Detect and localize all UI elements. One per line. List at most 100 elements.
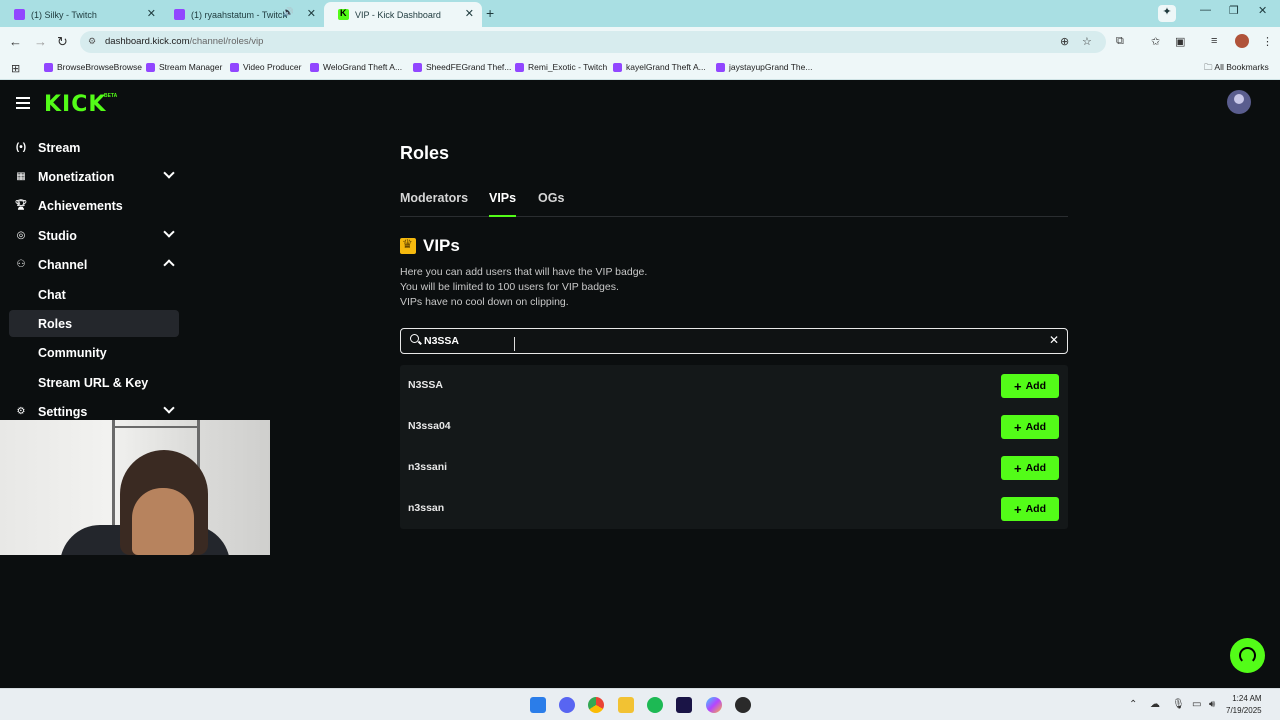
plus-icon: + <box>1013 501 1022 517</box>
chevron-down-icon[interactable] <box>163 226 175 238</box>
browser-tab-kick-vip[interactable]: VIP - Kick Dashboard ✕ <box>324 2 482 27</box>
windows-start-icon[interactable] <box>530 697 546 713</box>
tab-title: (1) ryaahstatum - Twitch <box>191 9 288 20</box>
chevron-down-icon[interactable] <box>163 167 175 179</box>
add-vip-button[interactable]: + Add <box>1001 456 1059 480</box>
sparkle-icon[interactable]: ✦ <box>1158 5 1176 22</box>
kick-logo[interactable]: KICK <box>44 92 106 117</box>
media-icon[interactable]: ≡ <box>1211 35 1217 47</box>
bookmark-item[interactable]: Remi_Exotic - Twitch <box>515 62 607 72</box>
browser-profile-avatar[interactable] <box>1235 34 1249 48</box>
bookmark-item[interactable]: kayelGrand Theft A... <box>613 62 706 72</box>
tab-groups-icon[interactable]: ▣ <box>1175 35 1185 48</box>
cloud-icon[interactable]: ☁ <box>1150 699 1160 710</box>
sidebar-item-monetization[interactable]: ▦ Monetization <box>10 163 179 190</box>
tab-title: VIP - Kick Dashboard <box>355 9 441 20</box>
description-line: VIPs have no cool down on clipping. <box>400 296 569 308</box>
browser-tab-silky[interactable]: (1) Silky - Twitch ✕ <box>0 2 164 27</box>
support-headset-icon[interactable] <box>1230 638 1265 673</box>
twitch-icon <box>515 62 524 72</box>
sidebar-item-studio[interactable]: ◎ Studio <box>10 222 179 249</box>
minimize-icon[interactable]: — <box>1200 4 1211 16</box>
speaker-icon[interactable]: 🔊 <box>283 7 294 18</box>
forward-icon[interactable]: → <box>34 34 47 49</box>
sidebar-item-channel[interactable]: ⚇ Channel <box>10 251 179 278</box>
bookmarks-bar: ⊞ BrowseBrowseBrowse Stream Manager Vide… <box>0 57 1280 80</box>
twitch-icon <box>146 62 155 72</box>
chevron-down-icon[interactable] <box>163 402 175 414</box>
new-tab-icon[interactable]: + <box>486 5 494 21</box>
reload-icon[interactable]: ↻ <box>57 34 68 50</box>
twitch-icon <box>230 62 239 72</box>
twitch-icon <box>14 9 25 20</box>
studio-icon: ◎ <box>16 230 26 241</box>
twitch-icon <box>44 62 53 72</box>
sidebar-subitem-stream-url-key[interactable]: Stream URL & Key <box>9 369 179 396</box>
zoom-icon[interactable]: ⊕ <box>1060 35 1069 48</box>
favorites-icon[interactable]: ✩ <box>1151 35 1160 48</box>
hamburger-menu-icon[interactable] <box>16 97 30 109</box>
tab-ogs[interactable]: OGs <box>538 191 564 215</box>
result-username: n3ssan <box>408 502 445 514</box>
chevron-up-icon[interactable] <box>163 259 175 271</box>
bookmark-item[interactable]: Stream Manager <box>146 62 222 72</box>
apps-grid-icon[interactable]: ⊞ <box>11 62 20 75</box>
add-vip-button[interactable]: + Add <box>1001 374 1059 398</box>
close-tab-icon[interactable]: ✕ <box>307 7 316 20</box>
bookmark-item[interactable]: Video Producer <box>230 62 301 72</box>
chrome-icon[interactable] <box>588 697 604 713</box>
bookmark-item[interactable]: SheedFEGrand Thef... <box>413 62 511 72</box>
obs-icon[interactable] <box>735 697 751 713</box>
microphone-icon[interactable]: 🎙︎ <box>1172 699 1185 710</box>
premiere-pro-icon[interactable] <box>676 697 692 713</box>
clear-search-icon[interactable]: ✕ <box>1049 333 1059 347</box>
tab-vips[interactable]: VIPs <box>489 191 517 217</box>
browser-menu-icon[interactable]: ⋮ <box>1262 35 1273 48</box>
add-vip-button[interactable]: + Add <box>1001 415 1059 439</box>
bookmark-star-icon[interactable]: ☆ <box>1082 35 1092 48</box>
file-explorer-icon[interactable] <box>618 697 634 713</box>
windows-taskbar: ⌃ ☁ 🎙︎ ▭ 🔊︎ 1:24 AM 7/19/2025 <box>0 688 1280 720</box>
bookmark-item[interactable]: WeloGrand Theft A... <box>310 62 402 72</box>
close-tab-icon[interactable]: ✕ <box>465 7 474 20</box>
site-info-icon[interactable]: ⚙ <box>88 36 98 46</box>
plus-icon: + <box>1013 460 1022 476</box>
close-window-icon[interactable]: ✕ <box>1258 4 1267 17</box>
sidebar-subitem-community[interactable]: Community <box>9 339 179 366</box>
volume-icon[interactable]: 🔊︎ <box>1209 699 1215 710</box>
search-icon <box>410 334 419 343</box>
address-bar[interactable]: ⚙ dashboard.kick.com/channel/roles/vip ⊕… <box>80 31 1106 53</box>
broadcast-icon: (•) <box>15 142 27 153</box>
tab-moderators[interactable]: Moderators <box>400 191 468 215</box>
copilot-icon[interactable] <box>706 697 722 713</box>
extensions-icon[interactable]: ⧉ <box>1116 35 1124 48</box>
tray-overflow-icon[interactable]: ⌃ <box>1129 699 1137 710</box>
display-icon[interactable]: ▭ <box>1192 699 1201 710</box>
spotify-icon[interactable] <box>647 697 663 713</box>
bookmark-item[interactable]: jaystayupGrand The... <box>716 62 812 72</box>
twitch-icon <box>413 62 422 72</box>
result-username: N3SSA <box>408 379 444 391</box>
plus-icon: + <box>1013 378 1022 394</box>
sidebar-item-achievements[interactable]: 🏆︎ Achievements <box>10 192 179 219</box>
browser-tab-ryaahstatum[interactable]: (1) ryaahstatum - Twitch 🔊 ✕ <box>160 2 324 27</box>
back-icon[interactable]: ← <box>9 34 22 49</box>
result-row: n3ssan + Add <box>400 488 1068 529</box>
clock-date: 7/19/2025 <box>1226 706 1262 715</box>
bookmark-item[interactable]: BrowseBrowseBrowse <box>44 62 142 72</box>
twitch-icon <box>310 62 319 72</box>
sidebar-subitem-roles[interactable]: Roles <box>9 310 179 337</box>
close-tab-icon[interactable]: ✕ <box>147 7 156 20</box>
trophy-icon: 🏆︎ <box>14 200 28 211</box>
all-bookmarks-button[interactable]: 🗀 All Bookmarks <box>1204 62 1269 76</box>
add-vip-button[interactable]: + Add <box>1001 497 1059 521</box>
gear-icon: ⚙ <box>16 406 26 417</box>
sidebar-item-label: Settings <box>38 404 88 419</box>
system-clock[interactable]: 1:24 AM 7/19/2025 <box>1226 693 1262 717</box>
user-avatar[interactable] <box>1227 90 1251 114</box>
discord-icon[interactable] <box>559 697 575 713</box>
sidebar-item-stream[interactable]: (•) Stream <box>10 134 179 161</box>
restore-icon[interactable]: ❐ <box>1229 4 1239 17</box>
sidebar-subitem-chat[interactable]: Chat <box>9 281 179 308</box>
result-username: n3ssani <box>408 461 448 473</box>
